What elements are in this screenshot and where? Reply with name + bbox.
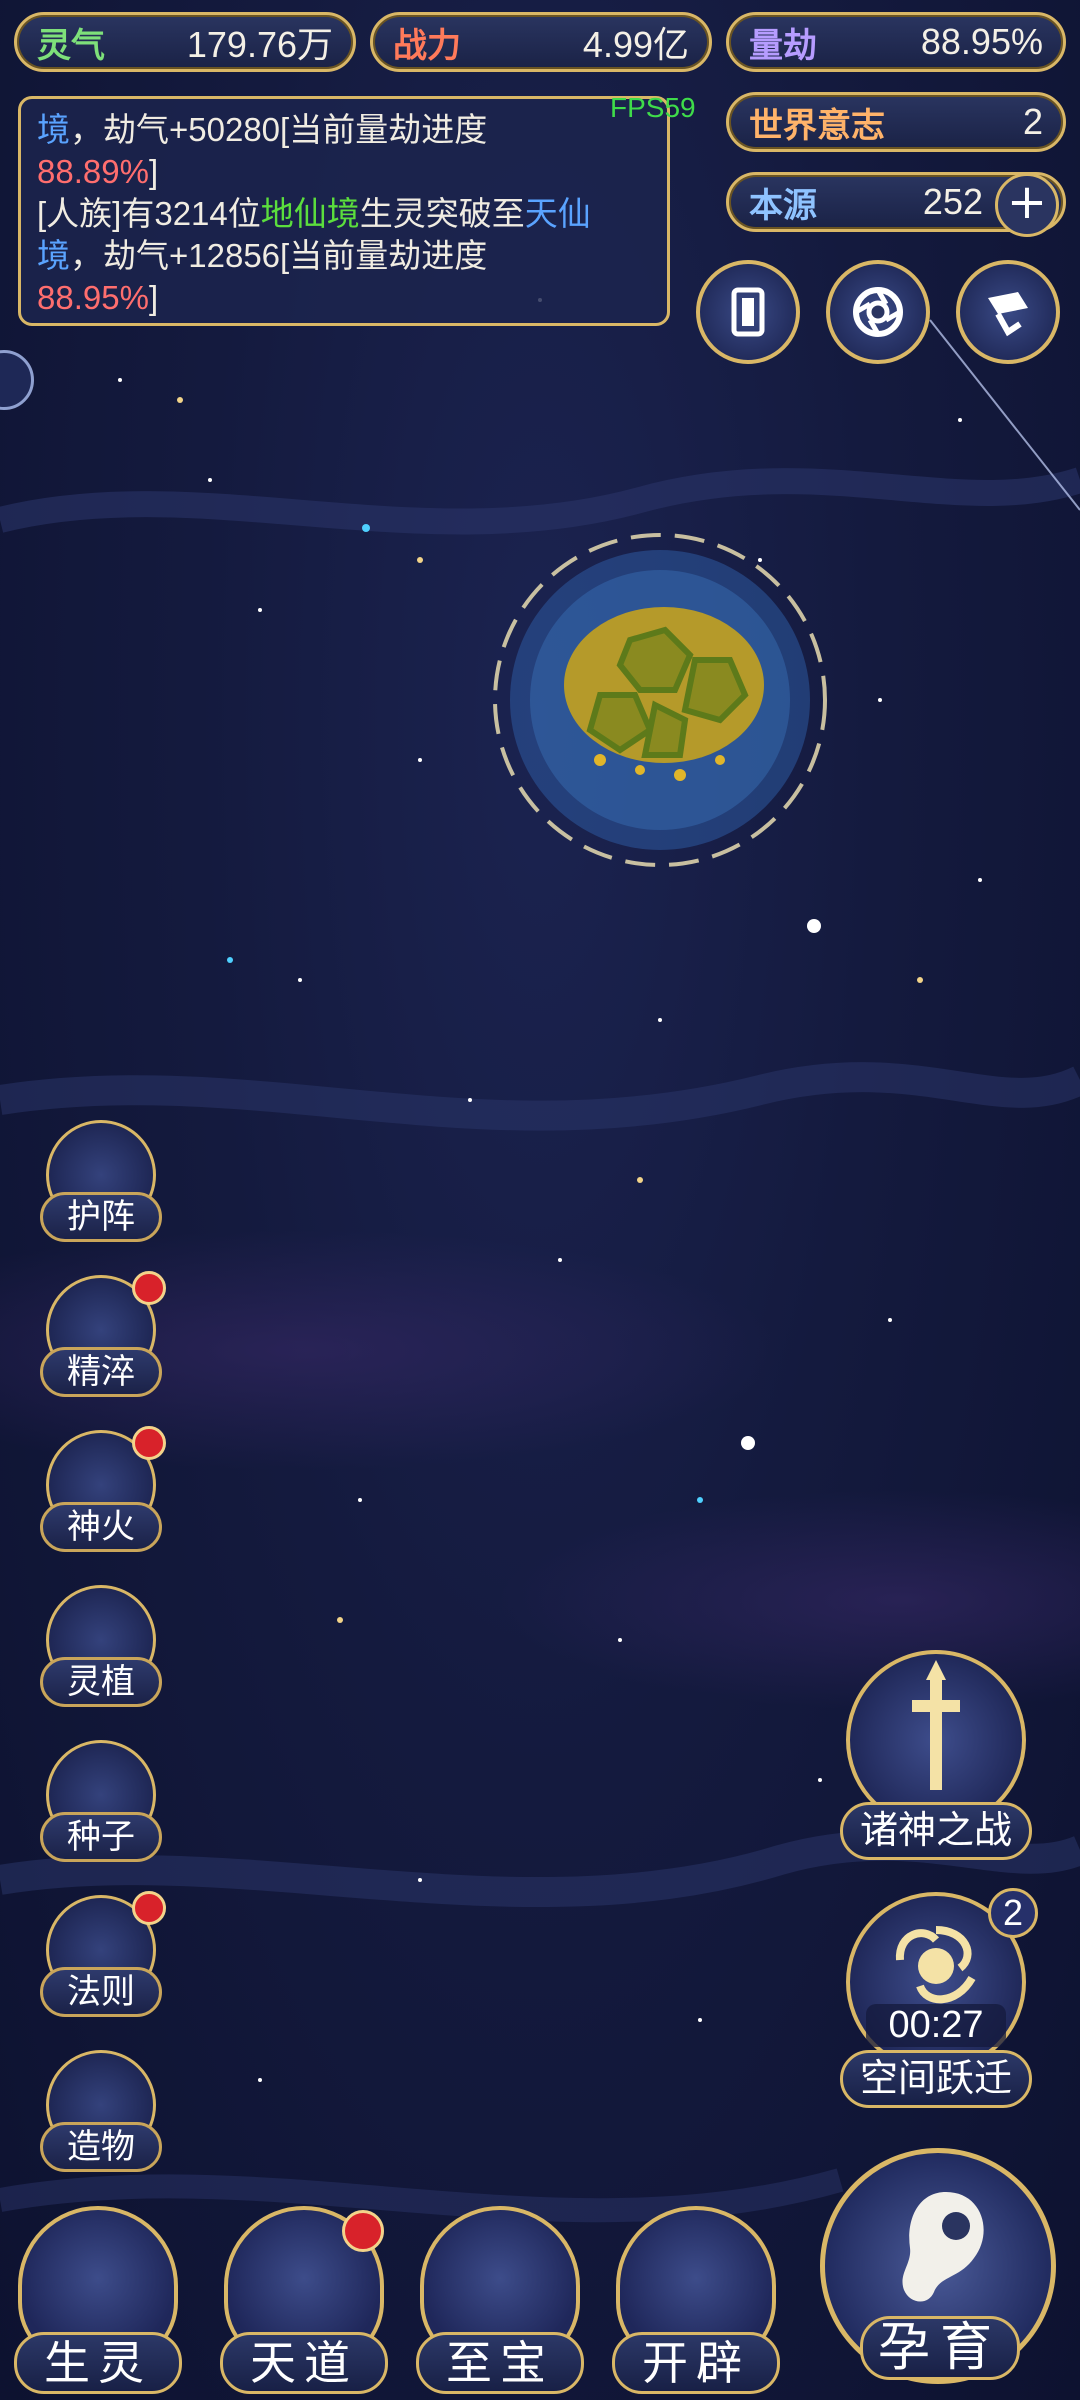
world-will-stat[interactable]: 世界意志 2 bbox=[726, 92, 1066, 152]
side-menu-item[interactable]: 种子 bbox=[38, 1740, 164, 1870]
benyuan-value: 252 bbox=[922, 181, 983, 222]
space-jump-badge: 2 bbox=[988, 1888, 1038, 1938]
side-menu-item[interactable]: 精淬 bbox=[38, 1271, 166, 1405]
side-menu-item[interactable]: 神火 bbox=[38, 1426, 166, 1560]
bottom-nav-label: 至宝 bbox=[416, 2332, 584, 2394]
benyuan-stat[interactable]: 本源 252 + bbox=[726, 172, 1066, 237]
side-menu-item[interactable]: 造物 bbox=[38, 2050, 164, 2180]
lingqi-stat[interactable]: 灵气 179.76万 bbox=[14, 12, 356, 72]
side-menu-label: 灵植 bbox=[40, 1657, 162, 1707]
log-line-3: [人族]有3214位地仙境生灵突破至天仙 bbox=[37, 195, 591, 232]
space-jump-button[interactable]: 00:27 2 空间跃迁 bbox=[836, 1888, 1038, 2112]
add-benyuan-button[interactable]: + bbox=[995, 173, 1059, 237]
notification-dot bbox=[132, 1426, 166, 1460]
notification-dot bbox=[342, 2210, 384, 2252]
nurture-button[interactable]: 孕育 bbox=[812, 2140, 1068, 2396]
liangjie-value: 88.95% bbox=[920, 21, 1043, 62]
log-line-5: 88.95%] bbox=[37, 279, 159, 316]
side-menu-label: 种子 bbox=[40, 1812, 162, 1862]
zhanli-label: 战力 bbox=[393, 25, 461, 66]
space-jump-timer: 00:27 bbox=[866, 2004, 1006, 2047]
side-menu-item[interactable]: 灵植 bbox=[38, 1585, 164, 1715]
bottom-nav-item[interactable]: 开辟 bbox=[610, 2200, 782, 2400]
vortex-icon bbox=[895, 1926, 976, 2004]
scroll-icon bbox=[988, 292, 1028, 337]
world-will-value: 2 bbox=[1022, 101, 1043, 142]
aperture-icon bbox=[853, 287, 903, 337]
side-menu-label: 造物 bbox=[40, 2122, 162, 2172]
log-line-2: 88.89%] bbox=[37, 153, 159, 190]
bottom-nav-label: 天道 bbox=[220, 2332, 388, 2394]
benyuan-label: 本源 bbox=[749, 185, 817, 226]
event-log-panel: 境，劫气+50280[当前量劫进度 88.89%] [人族]有3214位地仙境生… bbox=[18, 96, 670, 326]
liangjie-stat[interactable]: 量劫 88.95% bbox=[726, 12, 1066, 72]
side-menu-label: 法则 bbox=[40, 1967, 162, 2017]
liangjie-label: 量劫 bbox=[749, 25, 817, 66]
lingqi-value: 179.76万 bbox=[186, 24, 333, 65]
world-will-label: 世界意志 bbox=[749, 105, 885, 146]
space-jump-label: 空间跃迁 bbox=[840, 2050, 1032, 2108]
lingqi-label: 灵气 bbox=[37, 25, 105, 66]
gods-war-label: 诸神之战 bbox=[840, 1802, 1032, 1860]
zhanli-value: 4.99亿 bbox=[582, 24, 689, 65]
nurture-label: 孕育 bbox=[860, 2316, 1020, 2380]
bottom-nav-label: 生灵 bbox=[14, 2332, 182, 2394]
gods-war-button[interactable]: 诸神之战 bbox=[836, 1650, 1036, 1870]
card-button[interactable] bbox=[696, 260, 800, 364]
bottom-nav-item[interactable]: 至宝 bbox=[414, 2200, 586, 2400]
notification-dot bbox=[132, 1271, 166, 1305]
fps-counter: FPS59 bbox=[610, 92, 696, 123]
side-menu-label: 精淬 bbox=[40, 1347, 162, 1397]
scroll-button[interactable] bbox=[956, 260, 1060, 364]
side-menu-item[interactable]: 法则 bbox=[38, 1891, 166, 2025]
sword-icon bbox=[912, 1660, 960, 1790]
fetus-icon bbox=[902, 2192, 984, 2302]
card-icon bbox=[731, 287, 765, 337]
side-menu-label: 护阵 bbox=[40, 1192, 162, 1242]
turtle-shell-planet[interactable] bbox=[480, 520, 840, 880]
settings-button[interactable] bbox=[826, 260, 930, 364]
bottom-nav-label: 开辟 bbox=[612, 2332, 780, 2394]
log-line-4: 境，劫气+12856[当前量劫进度 bbox=[37, 237, 488, 274]
log-line-1: 境，劫气+50280[当前量劫进度 bbox=[37, 111, 488, 148]
bottom-nav-item[interactable]: 天道 bbox=[218, 2200, 390, 2400]
side-menu-label: 神火 bbox=[40, 1502, 162, 1552]
zhanli-stat[interactable]: 战力 4.99亿 bbox=[370, 12, 712, 72]
side-menu-item[interactable]: 护阵 bbox=[38, 1120, 164, 1250]
bottom-nav-item[interactable]: 生灵 bbox=[12, 2200, 184, 2400]
notification-dot bbox=[132, 1891, 166, 1925]
